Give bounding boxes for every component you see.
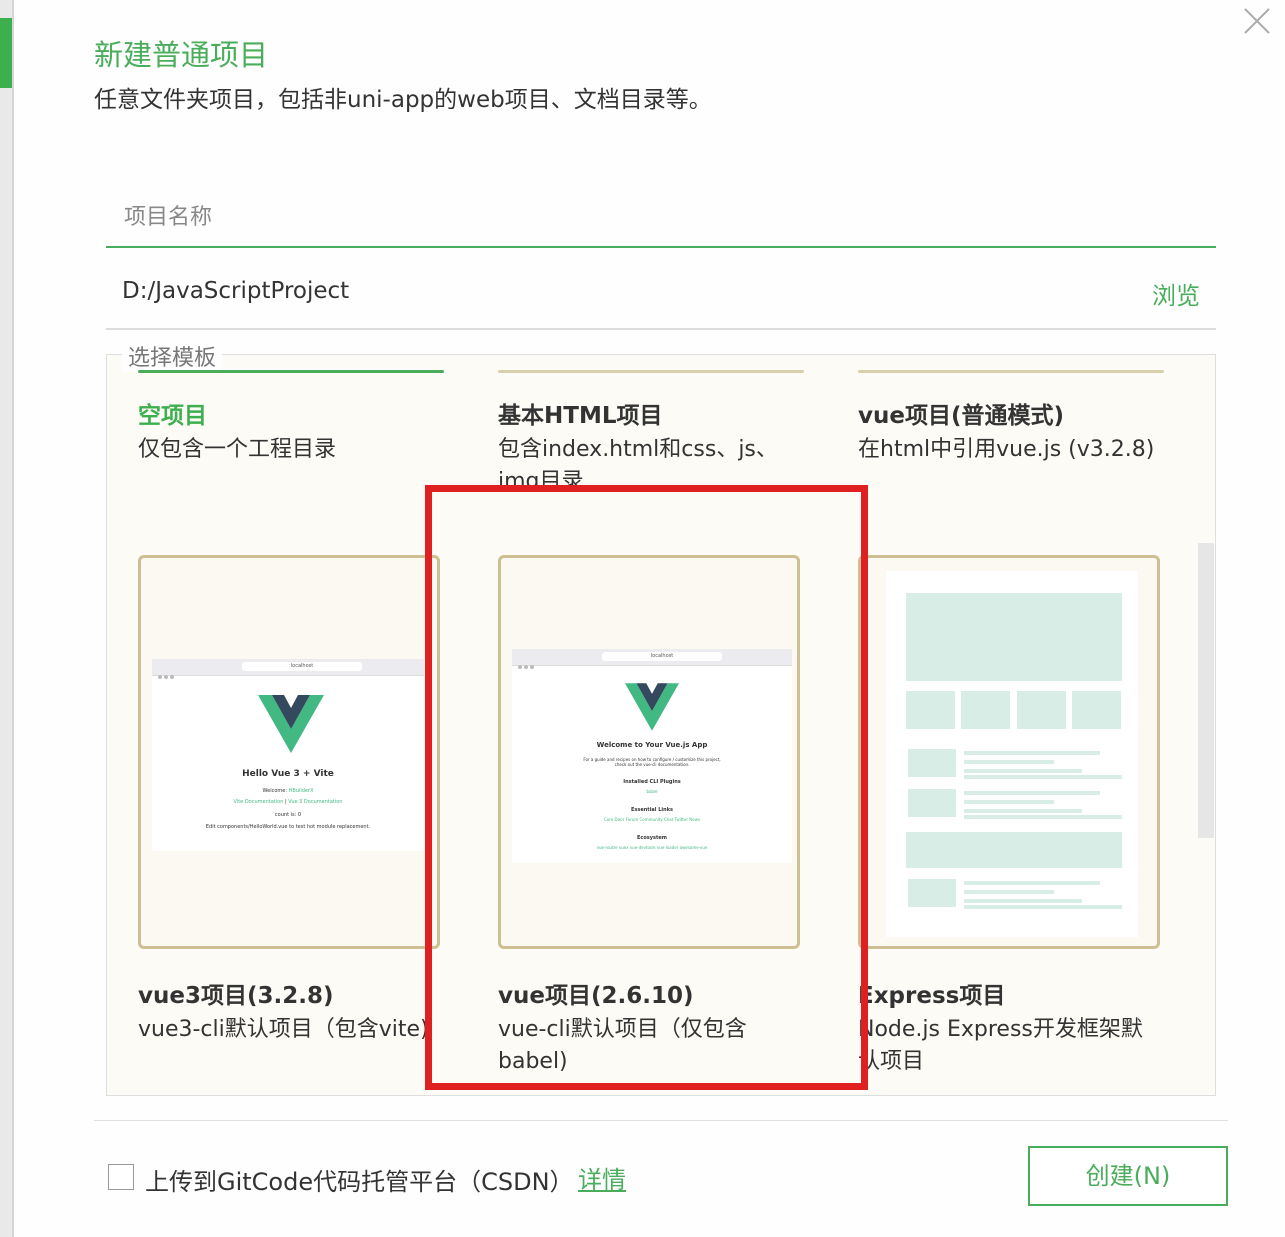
wireframe-text-line (964, 890, 1054, 894)
wireframe-text-line (964, 905, 1122, 909)
upload-checkbox[interactable] (108, 1164, 134, 1190)
card-title-vue3: vue3项目(3.2.8) (138, 983, 334, 1009)
wireframe-block (961, 691, 1010, 729)
card-title: 空项目 (138, 403, 207, 429)
card-description-express: Node.js Express开发框架默认项目 (858, 1017, 1143, 1074)
card-top-border (498, 370, 804, 373)
card-title-vue2: vue项目(2.6.10) (498, 983, 694, 1009)
card-top-border (858, 370, 1164, 373)
details-link[interactable]: 详情 (578, 1160, 626, 1195)
wireframe-text-line (964, 809, 1082, 813)
left-edge-strip (0, 0, 12, 1237)
preview-eco: vue-router vuex vue-devtools vue-loader … (596, 845, 708, 850)
card-title: 基本HTML项目 (498, 403, 663, 429)
browser-toolbar: localhost (512, 649, 792, 669)
template-list-scrollbar[interactable] (1198, 543, 1214, 838)
card-title-express: Express项目 (858, 983, 1006, 1009)
card-description: 包含index.html和css、js、img目录 (498, 437, 778, 490)
wireframe-thumb (908, 749, 956, 777)
left-divider (12, 0, 14, 1237)
dialog-subtitle: 任意文件夹项目，包括非uni-app的web项目、文档目录等。 (94, 87, 712, 113)
wireframe-text-line (964, 800, 1054, 804)
preview-eco-heading: Ecosystem (636, 835, 668, 841)
dialog-title: 新建普通项目 (94, 38, 269, 72)
wireframe-thumb (908, 789, 956, 817)
card-description-vue2: vue-cli默认项目（仅包含babel) (498, 1017, 747, 1074)
upload-label: 上传到GitCode代码托管平台（CSDN） (145, 1168, 574, 1196)
project-location-field: D:/JavaScriptProject 浏览 (106, 268, 1216, 330)
card-description: 在html中引用vue.js (v3.2.8) (858, 437, 1155, 462)
vue-logo-icon (258, 695, 324, 753)
window-controls-icon (518, 654, 538, 669)
close-icon[interactable] (1240, 4, 1274, 38)
preview-hint: Edit components/HelloWorld.vue to test h… (205, 824, 371, 830)
template-card-empty[interactable]: 空项目 仅包含一个工程目录 (138, 370, 444, 490)
preview-heading: Welcome to Your Vue.js App (596, 741, 708, 749)
wireframe-block (1017, 691, 1066, 729)
wireframe-block (906, 691, 955, 729)
preview-intro: For a guide and recipes on how to config… (583, 757, 721, 767)
card-title: vue项目(普通模式) (858, 403, 1064, 429)
project-name-field (106, 186, 1216, 248)
wireframe-text-line (964, 760, 1054, 764)
footer-divider (94, 1120, 1228, 1121)
project-name-input[interactable] (122, 196, 1126, 238)
wireframe-text-line (964, 791, 1100, 795)
card-selected-indicator (138, 370, 444, 373)
preview-doc-links: Vite Documentation | Vue 3 Documentation (233, 799, 343, 805)
preview-counter: count is: 0 (274, 812, 302, 818)
template-card-vue2[interactable]: localhost Welcome to Your Vue.js App For… (498, 555, 800, 949)
card-description-vue3: vue3-cli默认项目（包含vite) (138, 1017, 429, 1042)
url-bar: localhost (602, 652, 722, 661)
preview-links-heading: Essential Links (630, 807, 673, 813)
preview-welcome: Welcome: HBuilderX (262, 788, 314, 794)
browser-toolbar: localhost (152, 659, 424, 679)
preview-plugins-heading: Installed CLI Plugins (623, 779, 681, 785)
template-card-vue3[interactable]: localhost Hello Vue 3 + Vite Welcome: HB… (138, 555, 440, 949)
wireframe-section (906, 832, 1122, 868)
wireframe-thumb (908, 879, 956, 907)
project-path-value[interactable]: D:/JavaScriptProject (122, 278, 349, 304)
preview-links: Core Docs Forum Community Chat Twitter N… (603, 817, 701, 822)
template-card-express[interactable] (858, 555, 1160, 949)
wireframe-text-line (964, 775, 1122, 779)
wireframe-text-line (964, 769, 1082, 773)
wireframe-text-line (964, 899, 1082, 903)
wireframe-text-line (964, 881, 1100, 885)
browse-button[interactable]: 浏览 (1152, 276, 1200, 311)
create-button[interactable]: 创建(N) (1028, 1146, 1228, 1206)
preview-heading: Hello Vue 3 + Vite (242, 769, 334, 779)
vue3-preview-screenshot: localhost Hello Vue 3 + Vite Welcome: HB… (152, 659, 424, 851)
wireframe-text-line (964, 751, 1100, 755)
express-wireframe-preview (886, 571, 1138, 937)
vue-logo-icon (625, 683, 679, 731)
left-accent-bar (0, 18, 12, 88)
template-group-legend: 选择模板 (122, 340, 223, 372)
template-card-vue-normal[interactable]: vue项目(普通模式) 在html中引用vue.js (v3.2.8) (858, 370, 1164, 490)
url-bar: localhost (242, 662, 362, 671)
card-description: 仅包含一个工程目录 (138, 437, 337, 462)
template-card-basic-html[interactable]: 基本HTML项目 包含index.html和css、js、img目录 (498, 370, 804, 490)
wireframe-banner (906, 593, 1122, 681)
wireframe-block (1072, 691, 1121, 729)
window-controls-icon (158, 664, 178, 679)
preview-plugins: babel (646, 789, 658, 794)
wireframe-text-line (964, 815, 1122, 819)
vue2-preview-screenshot: localhost Welcome to Your Vue.js App For… (512, 649, 792, 863)
